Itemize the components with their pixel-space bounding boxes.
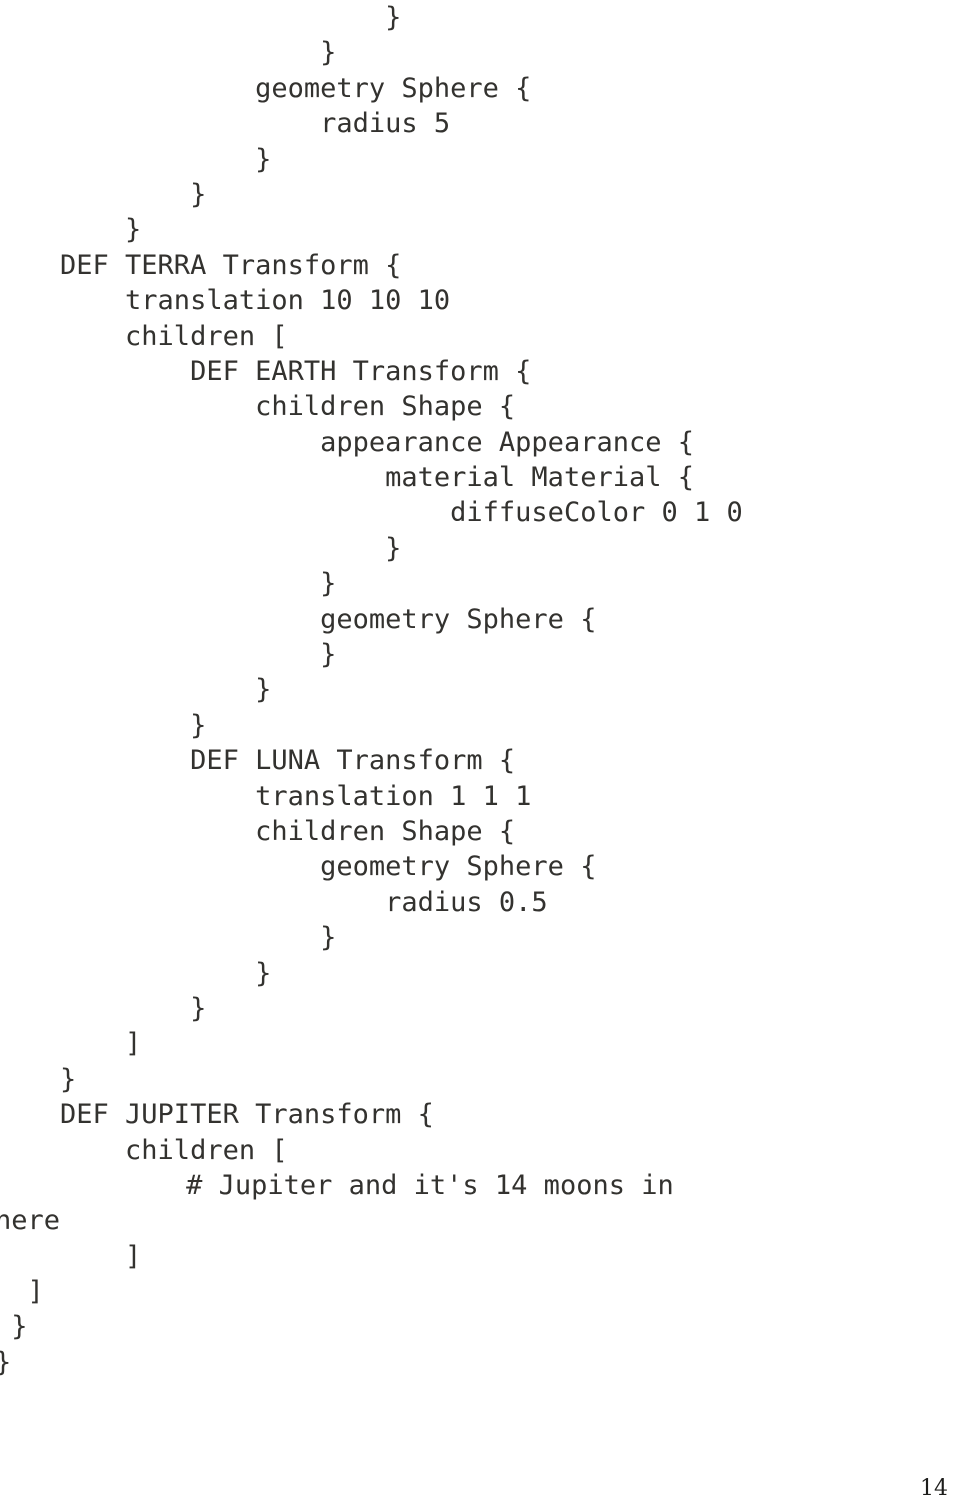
code-line: # Jupiter and it's 14 moons in	[0, 1169, 674, 1201]
code-line: radius 0.5	[0, 886, 548, 918]
code-line: }	[0, 957, 272, 989]
code-line: children [	[0, 1134, 288, 1166]
code-line: ]	[0, 1240, 142, 1272]
code-line: DEF TERRA Transform {	[0, 249, 402, 281]
code-line: ]	[27, 1276, 44, 1308]
code-line: here	[0, 1205, 61, 1237]
code-line: translation 10 10 10	[0, 285, 451, 317]
code-line: }	[0, 37, 337, 69]
page-number: 14	[920, 1476, 948, 1501]
code-line: }	[0, 2, 402, 33]
code-line: DEF JUPITER Transform {	[0, 1099, 434, 1131]
code-line: geometry Sphere {	[0, 72, 532, 104]
code-line: diffuseColor 0 1 0	[0, 497, 743, 529]
code-line: }	[11, 1311, 28, 1343]
code-line: }	[0, 992, 207, 1024]
code-line: translation 1 1 1	[0, 780, 532, 812]
code-line: }	[0, 922, 337, 954]
code-line: ]	[0, 1028, 142, 1060]
code-line: }	[0, 214, 142, 246]
code-line: DEF EARTH Transform {	[0, 355, 532, 387]
code-line: }	[0, 532, 402, 564]
code-line: }	[0, 639, 337, 671]
vrml-code-listing: } } geometry Sphere { radius 5 } } } DEF…	[0, 0, 955, 1380]
code-line: }	[0, 178, 207, 210]
code-line: }	[0, 674, 272, 706]
code-line: children [	[0, 320, 288, 352]
code-line: geometry Sphere {	[0, 603, 597, 635]
code-line: }	[0, 709, 207, 741]
code-line: }	[0, 1345, 955, 1380]
document-page: } } geometry Sphere { radius 5 } } } DEF…	[0, 0, 960, 1512]
code-line: appearance Appearance {	[0, 426, 694, 458]
code-line: children Shape {	[0, 815, 516, 847]
code-line: material Material {	[0, 462, 694, 494]
code-line: radius 5	[0, 108, 451, 140]
code-line: }	[0, 143, 272, 175]
code-line: }	[0, 568, 337, 600]
code-line: children Shape {	[0, 391, 516, 423]
code-line: geometry Sphere {	[0, 851, 597, 883]
code-line: DEF LUNA Transform {	[0, 745, 516, 777]
code-line: }	[0, 1063, 77, 1095]
